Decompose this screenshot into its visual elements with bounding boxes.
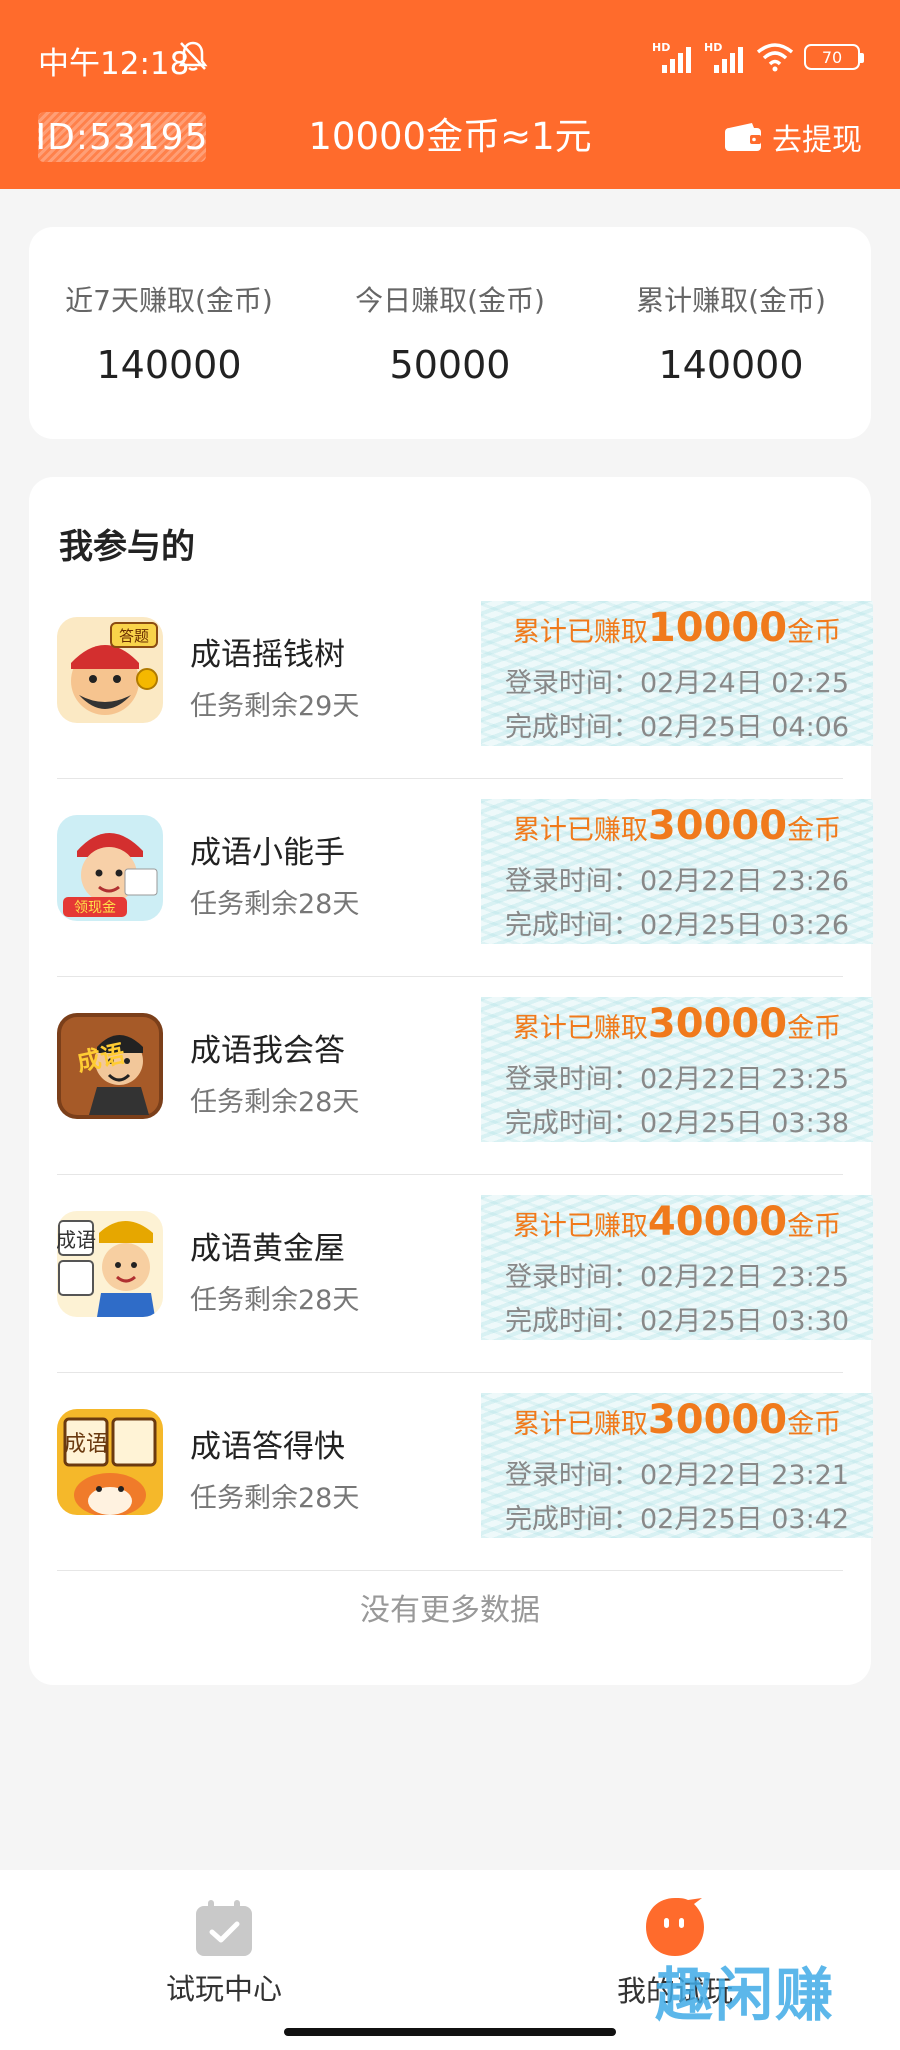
done-time: 完成时间：02月25日 04:06	[504, 712, 850, 743]
earnings-box: 累计已赚取10000金币 登录时间：02月24日 02:25 完成时间：02月2…	[481, 601, 873, 746]
login-time: 登录时间：02月22日 23:26	[504, 866, 850, 897]
done-time: 完成时间：02月25日 03:30	[504, 1306, 850, 1337]
status-icons: HD HD 70	[652, 40, 864, 74]
tab-label: 试玩中心	[165, 1972, 282, 2006]
wallet-icon	[725, 123, 761, 151]
app-name: 成语答得快	[190, 1429, 345, 1465]
calendar-check-icon	[196, 1900, 252, 1956]
earnings-box: 累计已赚取40000金币 登录时间：02月22日 23:25 完成时间：02月2…	[481, 1195, 873, 1340]
home-indicator[interactable]	[284, 2028, 616, 2036]
no-more-data: 没有更多数据	[360, 1593, 540, 1628]
task-remaining: 任务剩余28天	[190, 1285, 360, 1316]
done-time: 完成时间：02月25日 03:42	[504, 1504, 850, 1535]
earned-line: 累计已赚取10000金币	[512, 605, 842, 651]
earnings-box: 累计已赚取30000金币 登录时间：02月22日 23:25 完成时间：02月2…	[481, 997, 873, 1142]
list-title: 我参与的	[59, 527, 195, 567]
login-time: 登录时间：02月22日 23:21	[504, 1460, 850, 1491]
earned-line: 累计已赚取30000金币	[512, 803, 842, 849]
withdraw-label: 去提现	[772, 123, 862, 158]
list-item[interactable]: 成语 成语黄金屋 任务剩余28天 累计已赚取40000金币 登录时间：02月22…	[57, 1175, 873, 1373]
earned-coins: 30000	[647, 1397, 788, 1443]
list-item[interactable]: 答题 成语摇钱树 任务剩余29天 累计已赚取10000金币 登录时间：02月24…	[57, 581, 873, 779]
task-remaining: 任务剩余29天	[190, 691, 360, 722]
earned-coins: 30000	[647, 1001, 788, 1047]
signal-icon: HD	[704, 41, 746, 73]
earned-coins: 10000	[647, 605, 788, 651]
watermark-logo: 趣闲赚	[655, 1961, 836, 2029]
status-time: 中午12:18	[38, 46, 190, 82]
app-icon-yaoqianshu: 答题	[57, 617, 163, 723]
signal-icon: HD	[652, 41, 694, 73]
battery-icon: 70	[804, 44, 864, 70]
app-icon-huangjinwu: 成语	[57, 1211, 163, 1317]
list-item[interactable]: 成语 成语我会答 任务剩余28天 累计已赚取30000金币 登录时间：02月22…	[57, 977, 873, 1175]
list-item[interactable]: 成语 成语答得快 任务剩余28天 累计已赚取30000金币 登录时间：02月22…	[57, 1373, 873, 1571]
earnings-stats-card: 近7天赚取(金币) 140000 今日赚取(金币) 50000 累计赚取(金币)…	[29, 227, 871, 439]
bell-off-icon	[178, 41, 208, 71]
wifi-icon	[756, 43, 794, 72]
task-remaining: 任务剩余28天	[190, 889, 360, 920]
earnings-box: 累计已赚取30000金币 登录时间：02月22日 23:26 完成时间：02月2…	[481, 799, 873, 944]
app-badge-text: 成语	[57, 1228, 96, 1252]
stat-label: 累计赚取(金币)	[636, 284, 826, 317]
done-time: 完成时间：02月25日 03:38	[504, 1108, 850, 1139]
stat-value: 140000	[96, 343, 242, 387]
earned-coins: 30000	[647, 803, 788, 849]
battery-level: 70	[821, 47, 843, 67]
earned-line: 累计已赚取30000金币	[512, 1001, 842, 1047]
participated-list-card: 我参与的 答题 成语摇钱树 任务剩余29天 累计已赚取10000金币 登录时间：…	[29, 477, 873, 1685]
app-icon-xiaonengshou: 领现金	[57, 815, 163, 921]
task-remaining: 任务剩余28天	[190, 1087, 360, 1118]
status-bar: 中午12:18 HD HD 70	[0, 0, 900, 112]
app-icon-dadekuai: 成语	[57, 1409, 163, 1515]
stat-value: 140000	[658, 343, 804, 387]
app-icon-wohuida: 成语	[57, 1013, 163, 1119]
app-badge-text: 领现金	[74, 900, 116, 916]
stat-total: 累计赚取(金币) 140000	[591, 279, 871, 387]
earned-line: 累计已赚取30000金币	[512, 1397, 842, 1443]
app-name: 成语黄金屋	[190, 1231, 345, 1267]
login-time: 登录时间：02月24日 02:25	[504, 668, 850, 699]
stat-7days: 近7天赚取(金币) 140000	[29, 279, 309, 387]
tab-trial-center[interactable]: 试玩中心	[124, 1890, 324, 2008]
app-badge-text: 答题	[119, 627, 149, 645]
done-time: 完成时间：02月25日 03:26	[504, 910, 850, 941]
app-badge-text: 成语	[64, 1432, 108, 1457]
earned-coins: 40000	[647, 1199, 788, 1245]
task-remaining: 任务剩余28天	[190, 1483, 360, 1514]
list-item[interactable]: 领现金 成语小能手 任务剩余28天 累计已赚取30000金币 登录时间：02月2…	[57, 779, 873, 977]
withdraw-button[interactable]: 去提现	[724, 112, 862, 162]
earnings-box: 累计已赚取30000金币 登录时间：02月22日 23:21 完成时间：02月2…	[481, 1393, 873, 1538]
app-name: 成语小能手	[190, 835, 345, 871]
stat-value: 50000	[389, 343, 511, 387]
app-name: 成语摇钱树	[190, 637, 345, 673]
login-time: 登录时间：02月22日 23:25	[504, 1262, 850, 1293]
top-header: 中午12:18 HD HD 70 ID:53195 10000金币≈1元 去提现	[0, 0, 900, 189]
earned-line: 累计已赚取40000金币	[512, 1199, 842, 1245]
stat-label: 今日赚取(金币)	[355, 284, 545, 317]
login-time: 登录时间：02月22日 23:25	[504, 1064, 850, 1095]
app-name: 成语我会答	[190, 1033, 345, 1069]
stat-label: 近7天赚取(金币)	[65, 284, 273, 317]
stat-today: 今日赚取(金币) 50000	[310, 279, 590, 387]
